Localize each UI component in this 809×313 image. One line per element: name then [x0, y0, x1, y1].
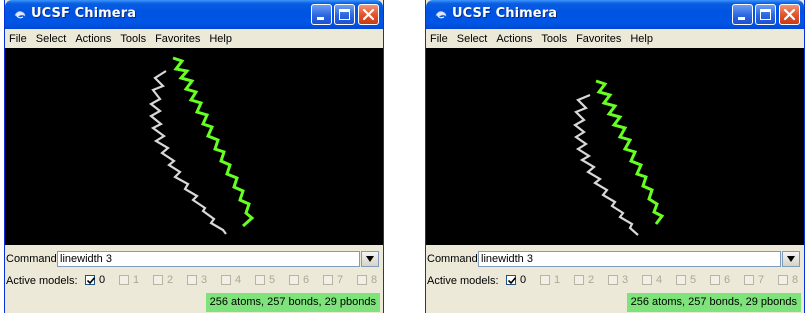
model-checkbox	[357, 275, 367, 285]
triangle-down-icon	[787, 256, 795, 262]
model-checkbox	[323, 275, 333, 285]
minimize-button[interactable]	[732, 4, 753, 25]
menu-help[interactable]: Help	[630, 33, 653, 45]
chimera-window-left: UCSF Chimera File Select Actions Tools F…	[4, 0, 384, 313]
title-bar[interactable]: UCSF Chimera	[5, 0, 383, 29]
model-number: 1	[133, 274, 140, 286]
status-bar: 256 atoms, 257 bonds, 29 pbonds	[5, 292, 383, 313]
model-checkbox[interactable]	[506, 275, 517, 285]
model-number: 7	[758, 274, 765, 286]
maximize-button[interactable]	[334, 4, 355, 25]
command-label: Command:	[6, 253, 60, 265]
menu-file[interactable]: File	[430, 33, 448, 45]
helix-graphic	[573, 79, 665, 236]
command-row: Command: linewidth 3	[426, 249, 804, 269]
checkmark-icon	[86, 277, 96, 285]
window-title: UCSF Chimera	[31, 6, 137, 21]
checkmark-icon	[507, 277, 517, 285]
model-checkbox	[187, 275, 197, 285]
model-checkbox	[778, 275, 788, 285]
menu-actions[interactable]: Actions	[75, 33, 111, 45]
close-icon	[783, 8, 796, 21]
model-number: 2	[167, 274, 174, 286]
menu-actions[interactable]: Actions	[496, 33, 532, 45]
model-number: 0	[99, 274, 106, 286]
menu-select[interactable]: Select	[36, 33, 67, 45]
model-number: 5	[269, 274, 276, 286]
menu-file[interactable]: File	[9, 33, 27, 45]
menu-bar: File Select Actions Tools Favorites Help	[5, 29, 383, 48]
model-checkbox	[221, 275, 231, 285]
molecule-viewport[interactable]	[426, 48, 804, 245]
model-number: 6	[724, 274, 731, 286]
status-bar: 256 atoms, 257 bonds, 29 pbonds	[426, 292, 804, 313]
helix-graphic	[149, 56, 255, 235]
title-bar[interactable]: UCSF Chimera	[426, 0, 804, 29]
minimize-button[interactable]	[311, 4, 332, 25]
menu-tools[interactable]: Tools	[541, 33, 567, 45]
menu-help[interactable]: Help	[209, 33, 232, 45]
active-models-row: Active models: 0 1 2 3 4 5 6 7 8	[426, 271, 804, 291]
model-number: 2	[588, 274, 595, 286]
model-checkbox	[289, 275, 299, 285]
model-number: 3	[622, 274, 629, 286]
model-number: 4	[656, 274, 663, 286]
model-number: 8	[371, 274, 378, 286]
model-checkbox	[540, 275, 550, 285]
model-checkbox	[710, 275, 720, 285]
command-row: Command: linewidth 3	[5, 249, 383, 269]
command-history-dropdown[interactable]	[782, 251, 800, 267]
triangle-down-icon	[366, 256, 374, 262]
model-checkbox	[608, 275, 618, 285]
command-history-dropdown[interactable]	[361, 251, 379, 267]
model-number: 3	[201, 274, 208, 286]
active-models-row: Active models: 0 1 2 3 4 5 6 7 8	[5, 271, 383, 291]
maximize-icon	[339, 9, 350, 20]
model-number: 5	[690, 274, 697, 286]
active-models-label: Active models:	[6, 275, 78, 287]
green-helix	[172, 56, 255, 228]
model-checkbox	[676, 275, 686, 285]
close-button[interactable]	[358, 4, 379, 25]
menu-select[interactable]: Select	[457, 33, 488, 45]
active-models-label: Active models:	[427, 275, 499, 287]
close-button[interactable]	[779, 4, 800, 25]
menu-bar: File Select Actions Tools Favorites Help	[426, 29, 804, 48]
model-number: 7	[337, 274, 344, 286]
chimera-app-icon	[435, 11, 447, 19]
molecule-viewport[interactable]	[5, 48, 383, 245]
model-checkbox	[255, 275, 265, 285]
menu-tools[interactable]: Tools	[120, 33, 146, 45]
model-number: 0	[520, 274, 527, 286]
model-number: 4	[235, 274, 242, 286]
model-number: 8	[792, 274, 799, 286]
model-checkbox	[744, 275, 754, 285]
model-checkbox	[119, 275, 129, 285]
minimize-icon	[317, 17, 324, 20]
maximize-button[interactable]	[755, 4, 776, 25]
model-checkbox[interactable]	[85, 275, 96, 285]
menu-favorites[interactable]: Favorites	[155, 33, 200, 45]
command-input[interactable]: linewidth 3	[478, 251, 781, 267]
model-checkbox	[153, 275, 163, 285]
minimize-icon	[738, 17, 745, 20]
model-number: 1	[554, 274, 561, 286]
command-input[interactable]: linewidth 3	[57, 251, 360, 267]
menu-favorites[interactable]: Favorites	[576, 33, 621, 45]
chimera-window-right: UCSF Chimera File Select Actions Tools F…	[425, 0, 805, 313]
chimera-app-icon	[14, 11, 26, 19]
status-message: 256 atoms, 257 bonds, 29 pbonds	[626, 293, 801, 312]
model-number: 6	[303, 274, 310, 286]
white-helix	[149, 70, 227, 235]
close-icon	[362, 8, 375, 21]
model-checkbox	[574, 275, 584, 285]
status-message: 256 atoms, 257 bonds, 29 pbonds	[205, 293, 380, 312]
green-helix	[595, 79, 665, 225]
command-label: Command:	[427, 253, 481, 265]
model-checkbox	[642, 275, 652, 285]
window-title: UCSF Chimera	[452, 6, 558, 21]
white-helix	[573, 93, 639, 236]
maximize-icon	[760, 9, 771, 20]
